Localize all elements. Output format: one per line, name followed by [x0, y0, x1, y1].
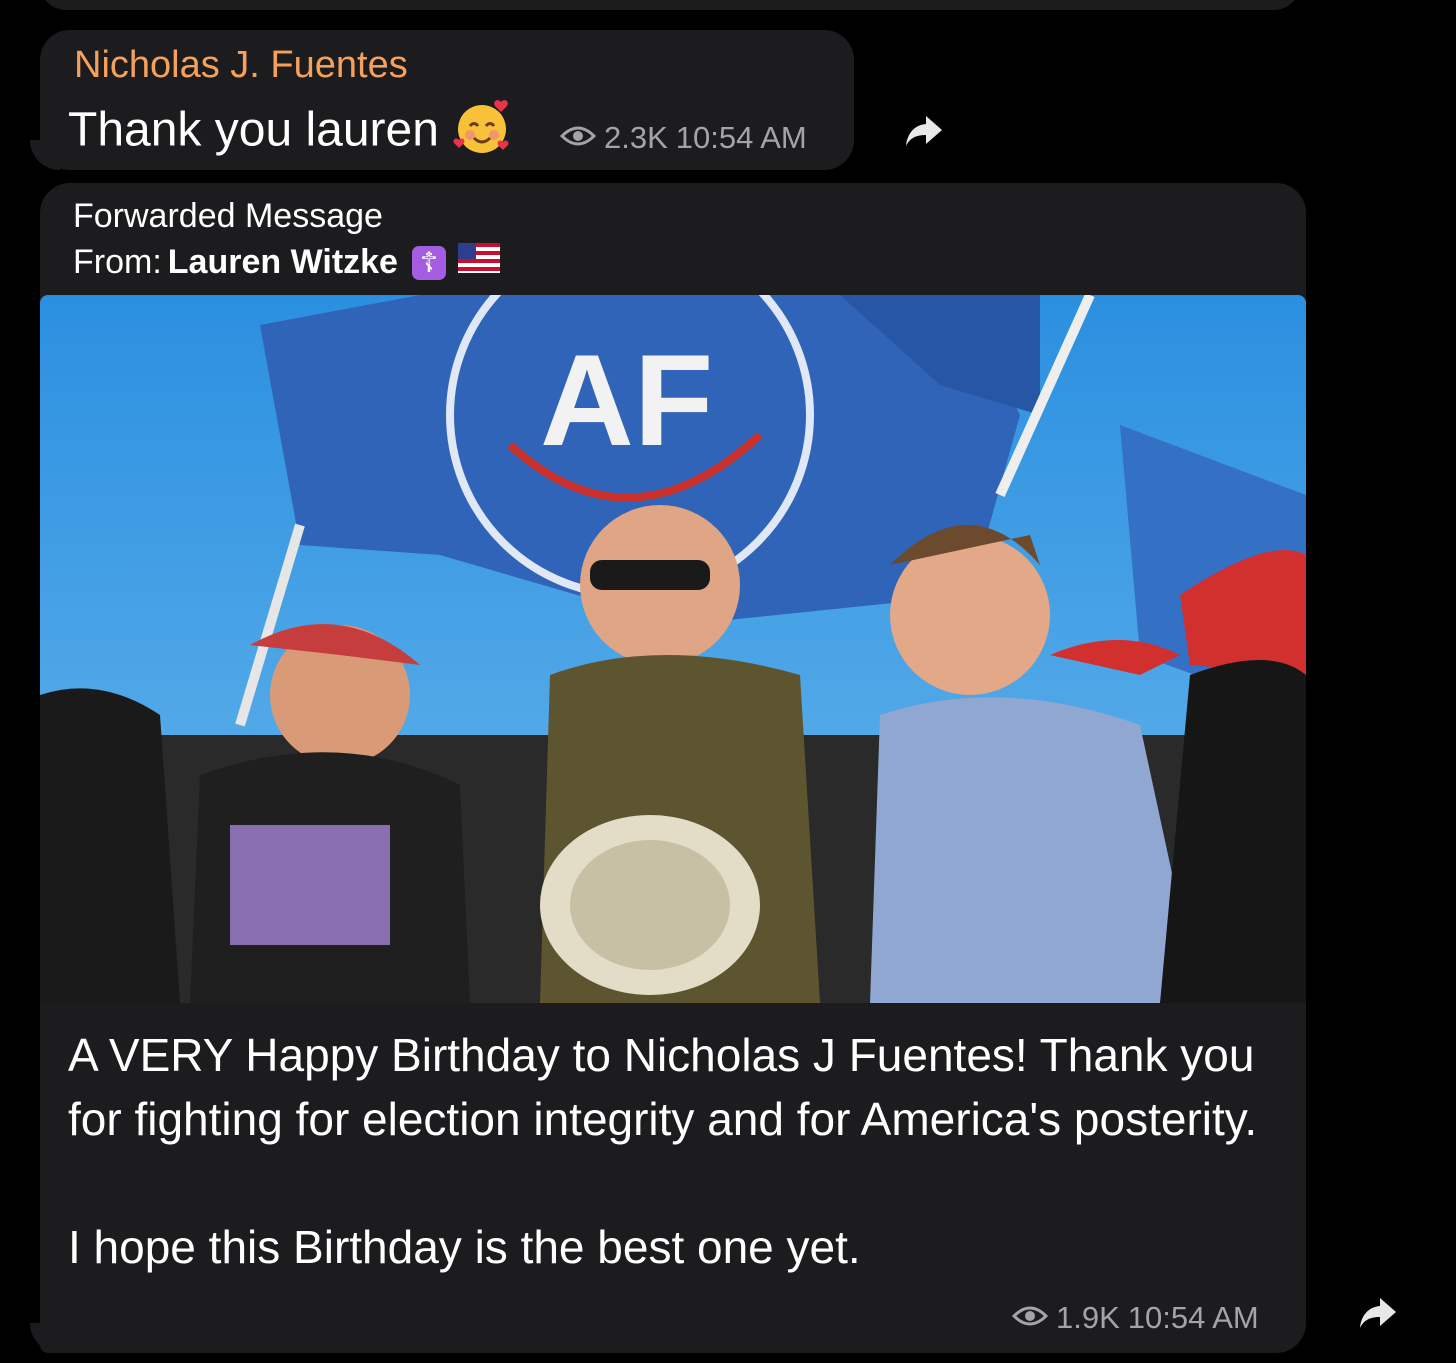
- view-count: 2.3K: [604, 120, 668, 155]
- share-icon[interactable]: [1356, 1290, 1400, 1334]
- previous-message-bubble: [40, 0, 1300, 10]
- message-time: 10:54 AM: [1127, 1300, 1259, 1335]
- message-meta: 2.3K 10:54 AM: [559, 120, 807, 156]
- forwarded-from[interactable]: From: Lauren Witzke ☦: [73, 243, 500, 282]
- message-meta: 1.9K 10:54 AM: [1011, 1300, 1259, 1336]
- forwarded-label: Forwarded Message: [73, 197, 383, 235]
- eye-icon: [1011, 1300, 1049, 1336]
- message-time: 10:54 AM: [675, 120, 807, 155]
- caption-paragraph-2: I hope this Birthday is the best one yet…: [68, 1221, 861, 1273]
- forwarded-author[interactable]: Lauren Witzke: [168, 243, 398, 282]
- caption-paragraph-1: A VERY Happy Birthday to Nicholas J Fuen…: [68, 1029, 1258, 1145]
- message-bubble[interactable]: Nicholas J. Fuentes Thank you lauren 2.3…: [40, 30, 854, 170]
- smiling-face-with-hearts-icon: [453, 98, 511, 168]
- from-label: From:: [73, 243, 162, 281]
- share-icon[interactable]: [902, 108, 946, 152]
- orthodox-cross-icon: ☦: [411, 245, 446, 280]
- forwarded-photo[interactable]: AF: [40, 295, 1306, 1003]
- forwarded-message-bubble[interactable]: Forwarded Message From: Lauren Witzke ☦: [40, 183, 1306, 1353]
- flag-emblem-text: AF: [540, 327, 713, 473]
- message-text: Thank you lauren: [68, 98, 511, 168]
- message-text-content: Thank you lauren: [68, 103, 439, 157]
- eye-icon: [559, 120, 597, 156]
- view-count: 1.9K: [1056, 1300, 1120, 1335]
- caption: A VERY Happy Birthday to Nicholas J Fuen…: [68, 1023, 1288, 1279]
- us-flag-icon: [457, 243, 500, 282]
- sender-name[interactable]: Nicholas J. Fuentes: [74, 44, 408, 87]
